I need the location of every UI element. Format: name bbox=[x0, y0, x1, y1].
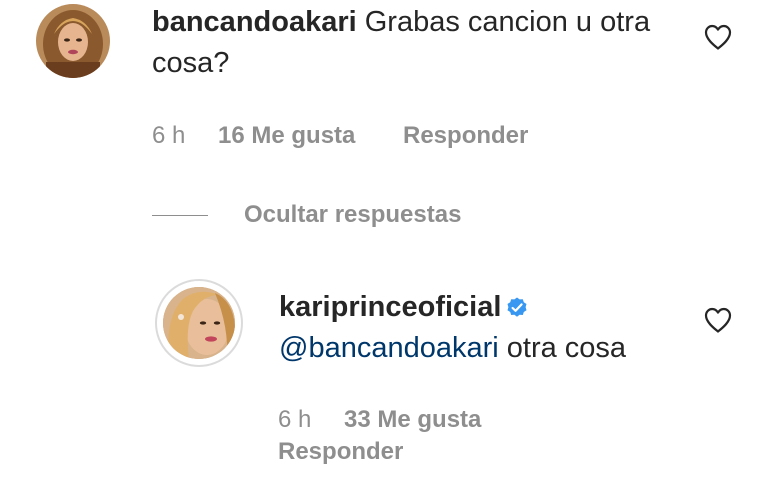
reply-username[interactable]: kariprinceoficial bbox=[279, 291, 501, 323]
comment-username[interactable]: bancandoakari bbox=[152, 6, 357, 38]
avatar-photo bbox=[36, 4, 110, 78]
avatar[interactable] bbox=[36, 4, 110, 78]
comment-time[interactable]: 6 h bbox=[152, 122, 185, 150]
reply-button[interactable]: Responder bbox=[278, 438, 403, 466]
mention-link[interactable]: @bancandoakari bbox=[279, 332, 499, 364]
reply-text: kariprinceoficial @bancandoakari otra co… bbox=[279, 287, 699, 369]
heart-icon[interactable] bbox=[703, 306, 733, 334]
reply-button[interactable]: Responder bbox=[403, 122, 528, 150]
verified-badge-icon bbox=[507, 297, 527, 317]
reply-likes[interactable]: 33 Me gusta bbox=[344, 406, 481, 434]
reply-time[interactable]: 6 h bbox=[278, 406, 311, 434]
avatar-photo bbox=[163, 287, 235, 359]
replies-divider-line bbox=[152, 215, 208, 216]
comment-likes[interactable]: 16 Me gusta bbox=[218, 122, 355, 150]
heart-icon[interactable] bbox=[703, 23, 733, 51]
reply-body: otra cosa bbox=[506, 332, 627, 364]
avatar[interactable] bbox=[163, 287, 235, 359]
comment-text: bancandoakari Grabas cancion u otra cosa… bbox=[152, 2, 692, 84]
hide-replies-button[interactable]: Ocultar respuestas bbox=[244, 201, 461, 229]
heart-outline-icon bbox=[704, 307, 732, 333]
heart-outline-icon bbox=[704, 24, 732, 50]
